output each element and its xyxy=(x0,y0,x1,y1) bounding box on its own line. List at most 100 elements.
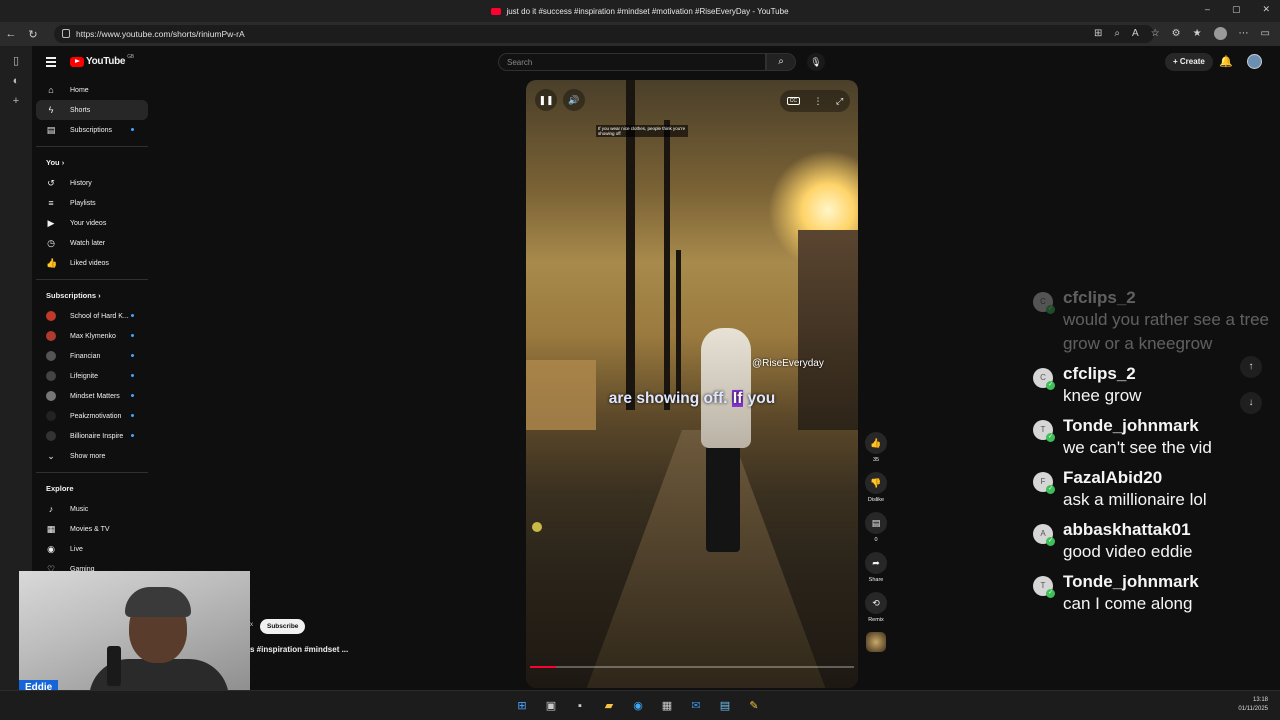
chat-text: good video eddie xyxy=(1063,542,1193,561)
next-short-button[interactable]: ↓ xyxy=(1240,392,1262,414)
subscribe-button[interactable]: Subscribe xyxy=(260,619,306,634)
url-field[interactable]: https://www.youtube.com/shorts/riniumPw-… xyxy=(54,25,1154,43)
task-view-icon[interactable]: ▣ xyxy=(541,696,561,716)
sidebar-item-label: History xyxy=(70,179,92,187)
app-icon[interactable]: ▪ xyxy=(570,696,590,716)
search-button[interactable]: ⌕ xyxy=(766,53,796,71)
url-text: https://www.youtube.com/shorts/riniumPw-… xyxy=(76,29,245,39)
chat-message: T ✓ Tonde_johnmark can I come along xyxy=(1024,572,1280,616)
tab-actions-icon[interactable]: ▯ xyxy=(0,54,32,67)
sidebar-channel[interactable]: Peakzmotivation xyxy=(36,406,148,426)
sidebar-item-watch-later[interactable]: ◷ Watch later xyxy=(36,233,148,253)
maximize-button[interactable]: ▢ xyxy=(1232,4,1241,15)
sidebar-item-live[interactable]: ◉ Live xyxy=(36,539,148,559)
close-button[interactable]: ✕ xyxy=(1262,4,1270,15)
back-icon[interactable]: ← xyxy=(0,28,22,40)
sidebar-item-music[interactable]: ♪ Music xyxy=(36,499,148,519)
channel-avatar xyxy=(46,431,56,441)
video-title[interactable]: s #inspiration #mindset ... xyxy=(250,645,348,654)
more-options-icon[interactable]: ⋮ xyxy=(814,96,823,107)
sidebar-heading-explore: Explore xyxy=(36,477,148,499)
microphone-icon xyxy=(107,646,121,686)
account-avatar[interactable] xyxy=(1247,54,1262,69)
previous-short-button[interactable]: ↑ xyxy=(1240,356,1262,378)
sidebar-channel[interactable]: Mindset Matters xyxy=(36,386,148,406)
youtube-header: YouTube GB Search ⌕ 🎙 + Create 🔔 xyxy=(32,46,1280,78)
logo-text: YouTube xyxy=(86,56,126,67)
sidebar-channel[interactable]: Max Klymenko xyxy=(36,326,148,346)
system-clock[interactable]: 13:18 01/11/2025 xyxy=(1238,696,1268,714)
youtube-logo[interactable]: YouTube GB xyxy=(70,54,134,67)
sound-thumbnail[interactable] xyxy=(866,632,886,652)
new-content-dot xyxy=(131,334,134,337)
search-input[interactable]: Search xyxy=(498,53,766,71)
sidebar-toggle-icon[interactable]: ▭ xyxy=(1261,28,1270,39)
notepad-icon[interactable]: ▤ xyxy=(715,696,735,716)
mail-icon[interactable]: ✉ xyxy=(686,696,706,716)
app-available-icon[interactable]: ⊞ xyxy=(1094,28,1102,39)
store-icon[interactable]: ▦ xyxy=(657,696,677,716)
subscriptions-icon: ▤ xyxy=(46,125,56,135)
captions-icon[interactable]: CC xyxy=(786,97,800,105)
refresh-icon[interactable]: ↻ xyxy=(22,28,44,41)
sidebar-channel[interactable]: Financian xyxy=(36,346,148,366)
sidebar-item-history[interactable]: ↺ History xyxy=(36,173,148,193)
sidebar-channel[interactable]: School of Hard K... xyxy=(36,306,148,326)
home-icon: ⌂ xyxy=(48,85,54,95)
favorite-star-icon[interactable]: ☆ xyxy=(1151,28,1160,39)
edge-browser-icon[interactable]: ◉ xyxy=(628,696,648,716)
search-icon: ⌕ xyxy=(778,56,784,67)
shorts-video-player[interactable]: ❚❚ 🔊 CC ⋮ ⤢ If you wear nice clothes, pe… xyxy=(526,80,858,688)
video-person xyxy=(701,328,751,448)
minimize-button[interactable]: – xyxy=(1205,4,1210,15)
sidebar-item-home[interactable]: ⌂ Home xyxy=(36,80,148,100)
like-button[interactable]: 👍 xyxy=(865,432,887,454)
sidebar-item-playlists[interactable]: ≡ Playlists xyxy=(36,193,148,213)
channel-name: School of Hard K... xyxy=(70,312,129,320)
channel-name: Lifeignite xyxy=(70,372,99,380)
verified-badge-icon: ✓ xyxy=(1046,485,1055,494)
heading-label: Explore xyxy=(46,483,74,493)
sidebar-channel[interactable]: Lifeignite xyxy=(36,366,148,386)
comment-icon: ▤ xyxy=(871,518,881,528)
sidebar-item-movies[interactable]: ▦ Movies & TV xyxy=(36,519,148,539)
chat-avatar: A ✓ xyxy=(1033,524,1055,546)
start-icon[interactable]: ⊞ xyxy=(512,696,532,716)
notifications-bell-icon[interactable]: 🔔 xyxy=(1219,55,1233,68)
tab-audio-icon[interactable]: ◐ xyxy=(0,75,32,87)
share-button[interactable]: ➦ xyxy=(865,552,887,574)
new-content-dot xyxy=(131,434,134,437)
read-aloud-icon[interactable]: A xyxy=(1132,28,1139,39)
remix-button[interactable]: ⟲ xyxy=(865,592,887,614)
menu-icon[interactable] xyxy=(46,57,56,69)
zoom-icon[interactable]: ⌕ xyxy=(1114,28,1120,39)
create-button[interactable]: + Create xyxy=(1165,53,1213,71)
chat-username: Tonde_johnmark xyxy=(1063,572,1199,591)
channel-avatar xyxy=(46,351,56,361)
file-explorer-icon[interactable]: ▰ xyxy=(599,696,619,716)
sidebar-channel[interactable]: Billionaire Inspire xyxy=(36,426,148,446)
dislike-button[interactable]: 👎 xyxy=(865,472,887,494)
favorites-icon[interactable]: ★ xyxy=(1193,28,1202,39)
sidebar-item-your-videos[interactable]: ▶ Your videos xyxy=(36,213,148,233)
show-more-button[interactable]: ⌄ Show more xyxy=(36,446,148,466)
sidebar-item-shorts[interactable]: ϟ Shorts xyxy=(36,100,148,120)
voice-search-button[interactable]: 🎙 xyxy=(807,53,825,71)
chat-text: would you rather see a tree grow or a kn… xyxy=(1063,310,1270,353)
extensions-icon[interactable]: ⚙ xyxy=(1172,28,1181,39)
browser-profile-icon[interactable] xyxy=(1213,27,1227,40)
show-more-label: Show more xyxy=(70,452,106,460)
chat-message: A ✓ abbaskhattak01 good video eddie xyxy=(1024,520,1280,564)
fullscreen-icon[interactable]: ⤢ xyxy=(836,96,843,107)
pause-button[interactable]: ❚❚ xyxy=(535,89,557,111)
sidebar-item-subscriptions[interactable]: ▤ Subscriptions xyxy=(36,120,148,140)
sidebar-heading-subscriptions[interactable]: Subscriptions › xyxy=(36,284,148,306)
comments-button[interactable]: ▤ xyxy=(865,512,887,534)
more-icon[interactable]: ⋯ xyxy=(1239,28,1249,39)
video-progress-bar[interactable] xyxy=(530,666,854,668)
volume-button[interactable]: 🔊 xyxy=(563,89,585,111)
new-tab-icon[interactable]: + xyxy=(0,95,32,107)
sidebar-heading-you[interactable]: You › xyxy=(36,151,148,173)
notes-icon[interactable]: ✎ xyxy=(744,696,764,716)
sidebar-item-liked-videos[interactable]: 👍 Liked videos xyxy=(36,253,148,273)
